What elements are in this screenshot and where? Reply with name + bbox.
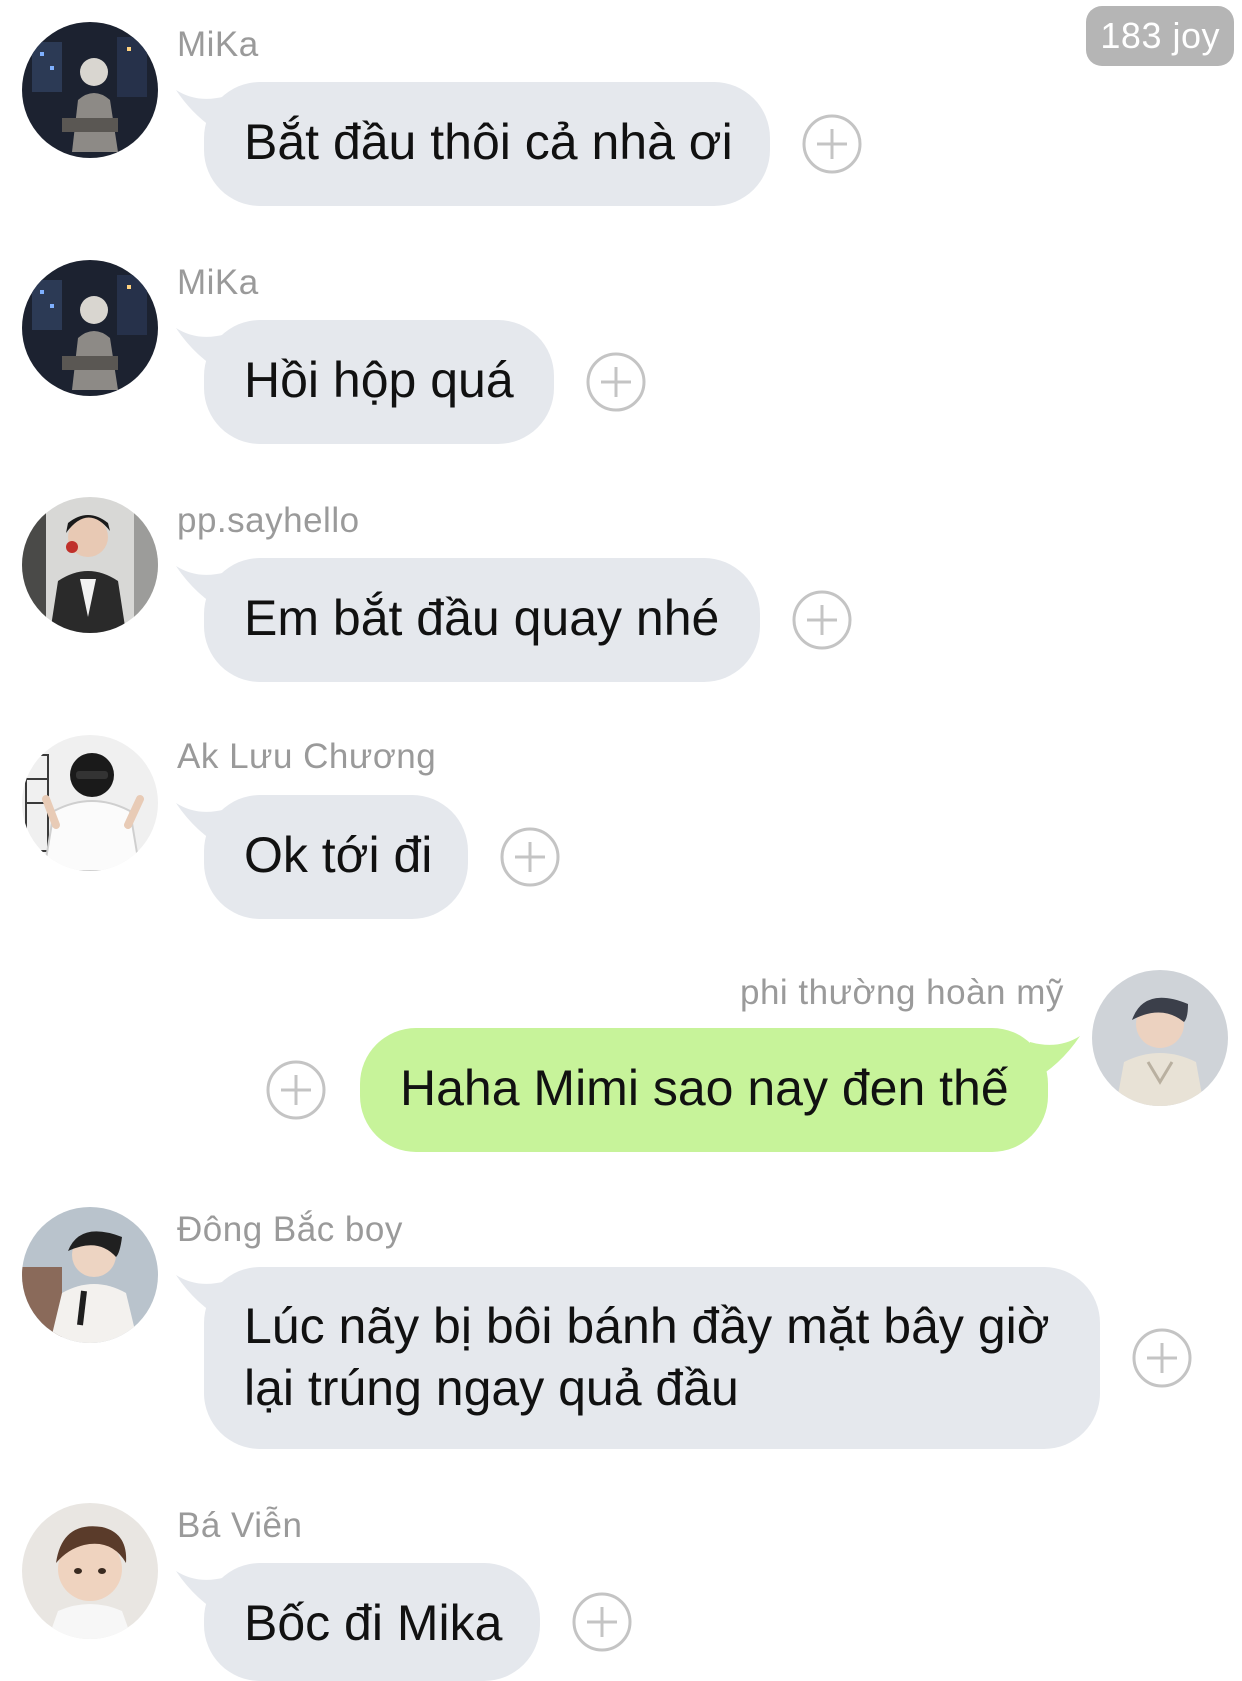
message-bubble[interactable]: Haha Mimi sao nay đen thế bbox=[360, 1028, 1048, 1152]
avatar[interactable] bbox=[22, 735, 158, 871]
message-bubble[interactable]: Lúc nãy bị bôi bánh đầy mặt bây giờ lại … bbox=[204, 1267, 1100, 1449]
sender-name: Bá Viễn bbox=[177, 1506, 303, 1545]
avatar[interactable] bbox=[22, 497, 158, 633]
sender-name: MiKa bbox=[177, 25, 259, 64]
count-badge: 183 joy bbox=[1086, 6, 1234, 66]
message-bubble[interactable]: Bốc đi Mika bbox=[204, 1563, 540, 1681]
plus-circle-icon[interactable] bbox=[586, 352, 646, 412]
avatar[interactable] bbox=[22, 22, 158, 158]
plus-circle-icon[interactable] bbox=[792, 590, 852, 650]
sender-name: pp.sayhello bbox=[177, 501, 360, 540]
sender-name: Đông Bắc boy bbox=[177, 1210, 403, 1249]
plus-circle-icon[interactable] bbox=[572, 1592, 632, 1652]
plus-circle-icon[interactable] bbox=[266, 1060, 326, 1120]
sender-name: MiKa bbox=[177, 263, 259, 302]
plus-circle-icon[interactable] bbox=[802, 114, 862, 174]
plus-circle-icon[interactable] bbox=[500, 827, 560, 887]
plus-circle-icon[interactable] bbox=[1132, 1328, 1192, 1388]
sender-name: Ak Lưu Chương bbox=[177, 737, 437, 776]
avatar[interactable] bbox=[22, 260, 158, 396]
message-bubble[interactable]: Em bắt đầu quay nhé bbox=[204, 558, 760, 682]
sender-name: phi thường hoàn mỹ bbox=[740, 973, 1064, 1012]
avatar[interactable] bbox=[22, 1207, 158, 1343]
message-bubble[interactable]: Bắt đầu thôi cả nhà ơi bbox=[204, 82, 770, 206]
avatar[interactable] bbox=[1092, 970, 1228, 1106]
message-bubble[interactable]: Ok tới đi bbox=[204, 795, 468, 919]
message-bubble[interactable]: Hồi hộp quá bbox=[204, 320, 554, 444]
avatar[interactable] bbox=[22, 1503, 158, 1639]
